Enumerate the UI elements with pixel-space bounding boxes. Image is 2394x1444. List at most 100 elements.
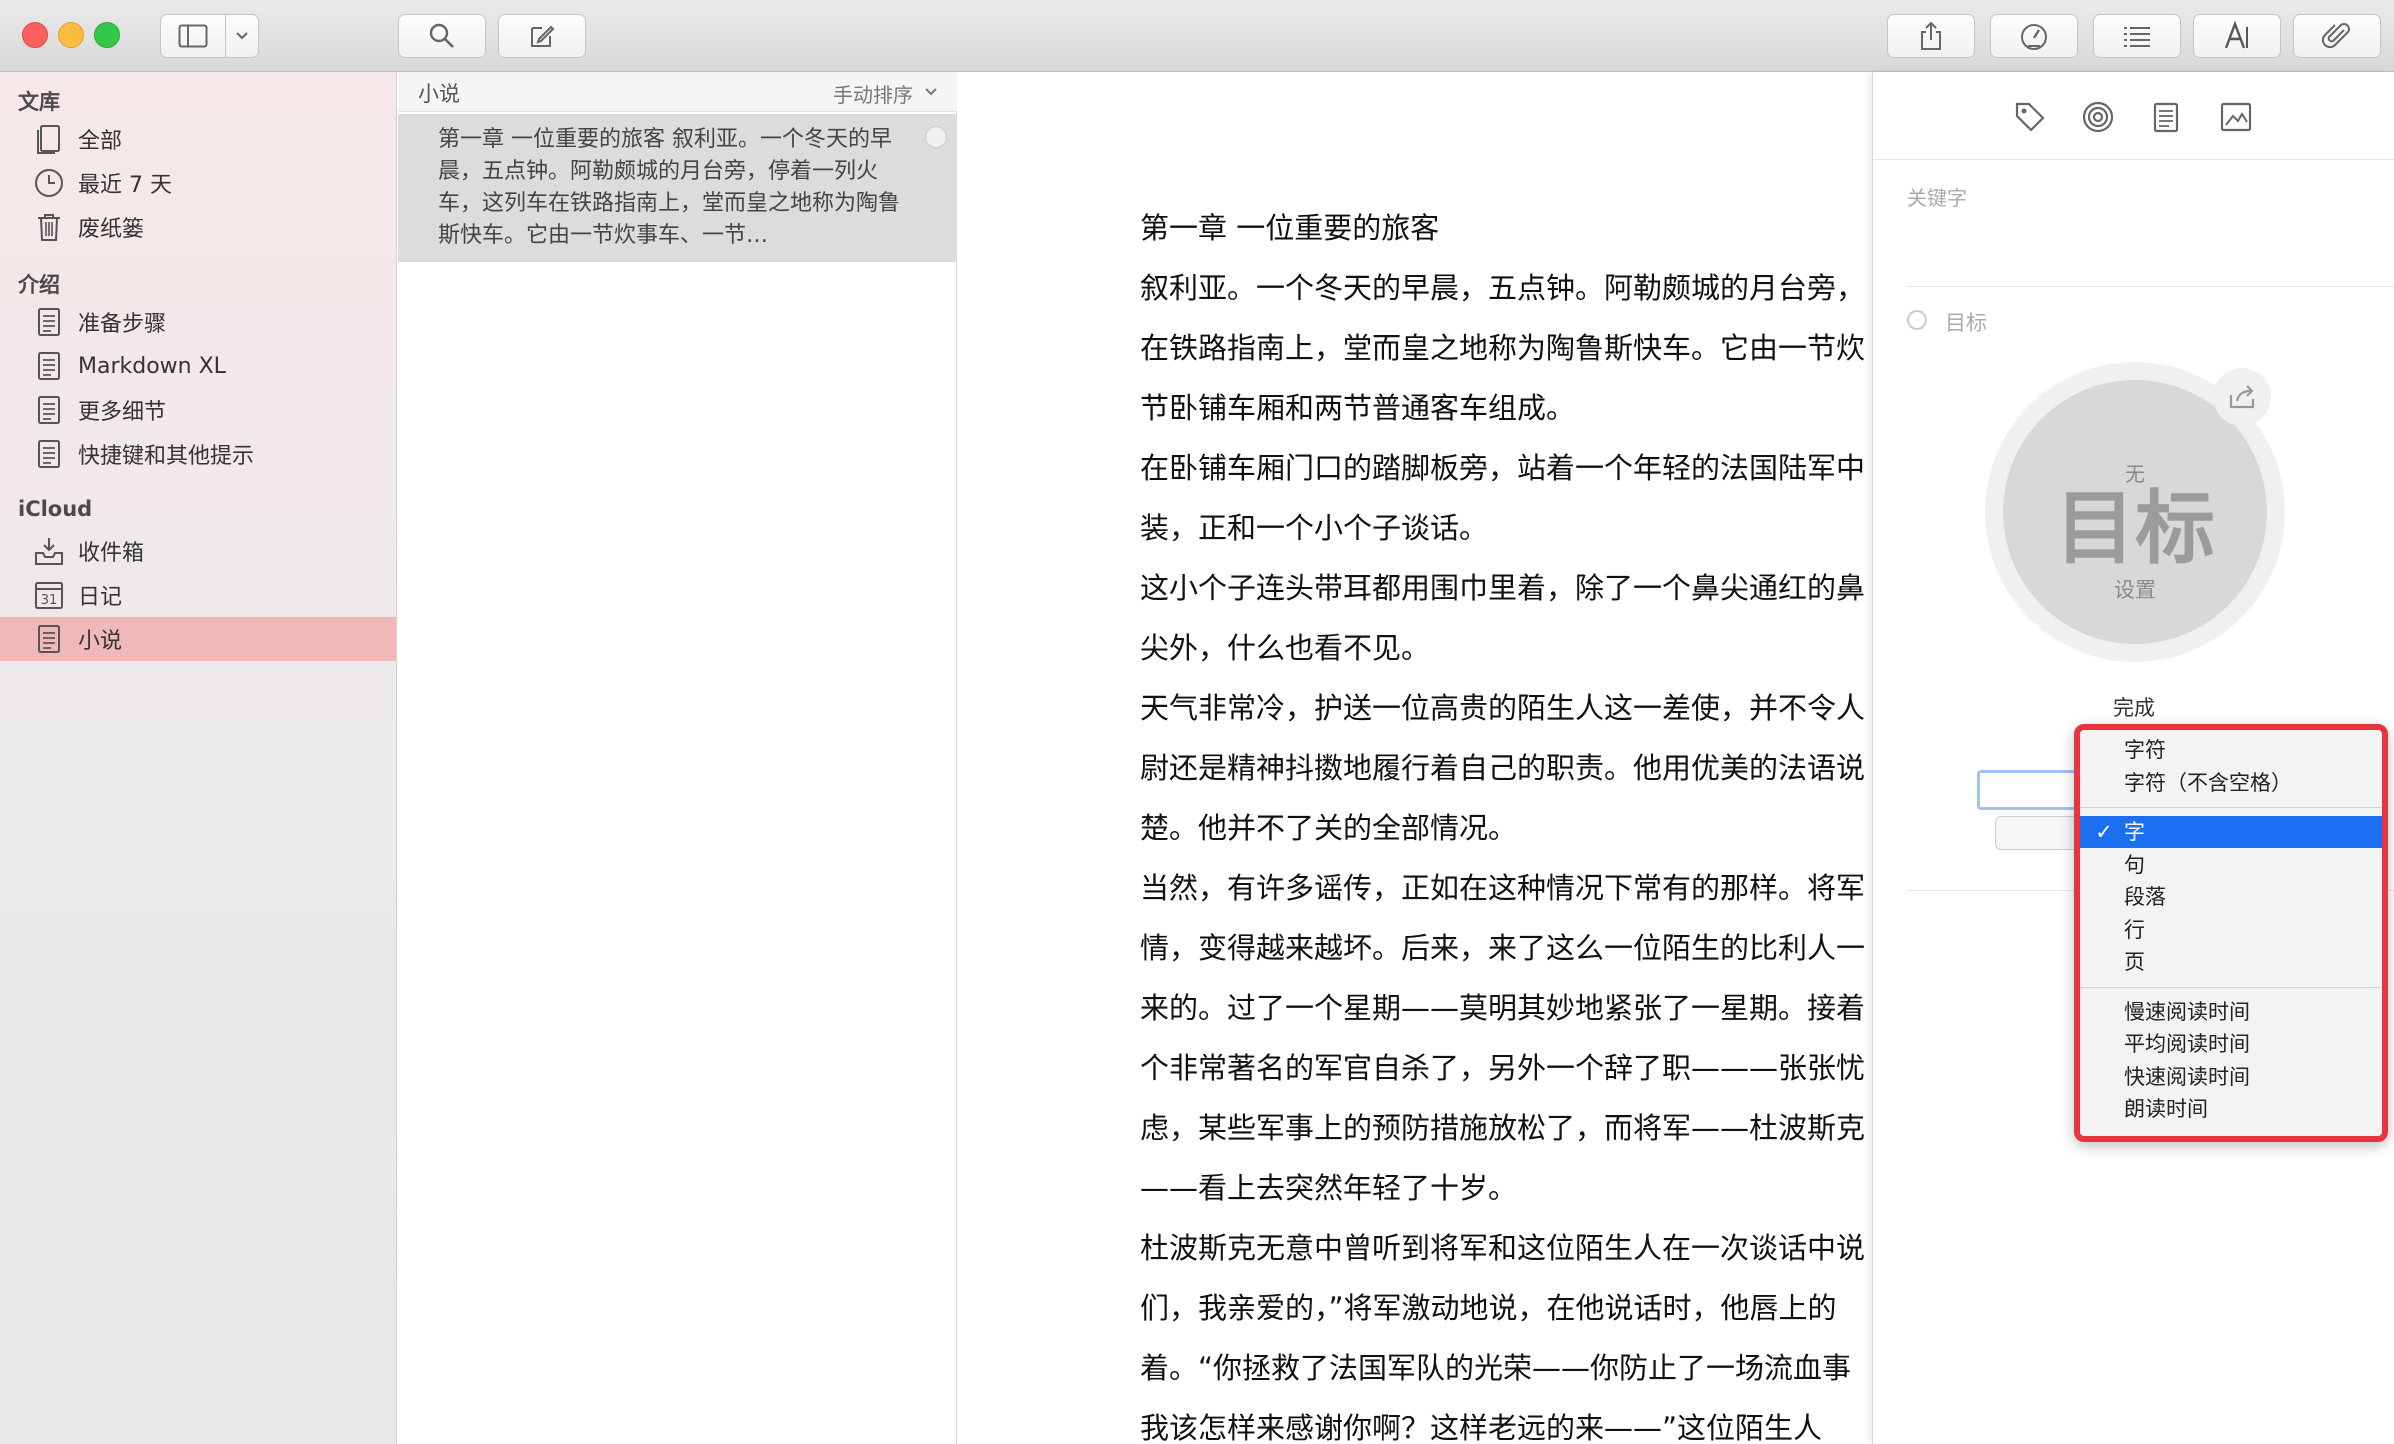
editor-line: ——看上去突然年轻了十岁。 [1140, 1171, 1518, 1205]
sidebar-item-details[interactable]: 更多细节 [0, 388, 396, 432]
editor-text[interactable]: 第一章 一位重要的旅客 叙利亚。一个冬天的早晨，五点钟。阿勒颇城的月台旁， 在铁路指… [1140, 198, 1872, 1444]
menu-item[interactable]: 页 [2080, 946, 2382, 978]
sidebar-item-inbox[interactable]: 收件箱 [0, 529, 396, 573]
note-list-header: 小说 手动排序 [398, 72, 957, 112]
sidebar-item-label: 快捷键和其他提示 [78, 444, 255, 469]
menu-item[interactable]: 快速阅读时间 [2080, 1061, 2382, 1093]
sort-selector[interactable]: 手动排序 [833, 79, 913, 108]
note-list-item[interactable]: 第一章 一位重要的旅客 叙利亚。一个冬天的早晨，五点钟。阿勒颇城的月台旁，停着一… [398, 114, 957, 262]
menu-item-label: 字符（不含空格） [2124, 771, 2292, 795]
menu-item[interactable]: 句 [2080, 849, 2382, 881]
keywords-label: 关键字 [1907, 186, 1967, 210]
editor-line: 当然，有许多谣传，正如在这种情况下常有的那样。将军 [1140, 871, 1866, 905]
target-icon[interactable] [2081, 100, 2115, 134]
menu-item[interactable]: 行 [2080, 914, 2382, 946]
sidebar-item-shortcuts[interactable]: 快捷键和其他提示 [0, 432, 396, 476]
notes-stack-icon [37, 125, 60, 154]
share-icon [1921, 21, 1941, 50]
attachments-button[interactable] [2293, 14, 2381, 58]
image-icon[interactable] [2219, 100, 2253, 134]
sidebar-item-label: 最近 7 天 [78, 173, 172, 198]
statistics-button[interactable] [1990, 14, 2078, 58]
gauge-icon [2021, 24, 2047, 50]
clock-icon [35, 169, 63, 197]
editor-line: 尉还是精神抖擞地履行着自己的职责。他用优美的法语说 [1140, 751, 1866, 785]
editor-line: 在卧铺车厢门口的踏脚板旁，站着一个年轻的法国陆军中 [1140, 451, 1866, 485]
checkmark-icon: ✓ [2095, 820, 2113, 844]
document-icon [38, 352, 60, 380]
editor-line: 我该怎样来感谢你啊？这样老远的来——”这位陌生人 [1140, 1411, 1823, 1444]
notes-icon[interactable] [2149, 100, 2183, 134]
menu-item-label: 页 [2124, 950, 2145, 974]
goal-progress-icon [1907, 310, 1927, 330]
sidebar-icon [178, 24, 208, 48]
progress-ring-icon [925, 126, 947, 148]
close-window-button[interactable] [22, 22, 48, 48]
menu-item-label: 句 [2124, 853, 2145, 877]
sidebar-item-journal[interactable]: 31 日记 [0, 573, 396, 617]
share-arrow-icon [2229, 385, 2255, 409]
menu-item[interactable]: 段落 [2080, 881, 2382, 913]
sidebar-item-label: Markdown XL [78, 353, 226, 379]
menu-item-label: 慢速阅读时间 [2124, 1000, 2250, 1024]
section-title-icloud: iCloud [18, 497, 93, 521]
menu-item-label: 行 [2124, 918, 2145, 942]
compose-icon [531, 25, 555, 47]
editor-line: 尖外，什么也看不见。 [1140, 631, 1431, 665]
done-label: 完成 [2113, 696, 2155, 720]
typography-button[interactable] [2193, 14, 2281, 58]
menu-item[interactable]: 平均阅读时间 [2080, 1028, 2382, 1060]
share-button[interactable] [1887, 14, 1975, 58]
sidebar-item-trash[interactable]: 废纸篓 [0, 205, 396, 249]
chevron-down-icon[interactable] [923, 86, 939, 98]
sidebar-item-all[interactable]: 全部 [0, 117, 396, 161]
panel-tabs [1873, 72, 2394, 160]
editor-line: 虑，某些军事上的预防措施放松了，而将军——杜波斯克 [1140, 1111, 1866, 1145]
sidebar-item-recent[interactable]: 最近 7 天 [0, 161, 396, 205]
view-options-button[interactable] [225, 14, 259, 58]
search-button[interactable] [398, 14, 486, 58]
menu-item[interactable]: ✓ 字 [2080, 816, 2382, 848]
menu-item-label: 字符 [2124, 738, 2166, 762]
sidebar: 文库 全部 最近 7 天 废纸篓 介绍 准备步骤 Markdown XL 更多细… [0, 72, 397, 1444]
toolbar [0, 0, 2394, 72]
calendar-icon: 31 [35, 582, 63, 609]
new-note-button[interactable] [498, 14, 586, 58]
editor-line: 叙利亚。一个冬天的早晨，五点钟。阿勒颇城的月台旁， [1140, 271, 1866, 305]
sidebar-item-markdown-xl[interactable]: Markdown XL [0, 344, 396, 388]
editor-line: 第一章 一位重要的旅客 [1140, 211, 1440, 245]
divider [1907, 286, 2394, 287]
sidebar-item-label: 日记 [78, 585, 123, 610]
sidebar-toggle-button[interactable] [160, 14, 226, 58]
tag-icon[interactable] [2013, 100, 2047, 134]
paperclip-icon [2322, 23, 2350, 49]
search-icon [429, 23, 454, 48]
text-style-icon [2224, 21, 2248, 49]
note-list-title: 小说 [418, 82, 460, 106]
editor[interactable]: 第一章 一位重要的旅客 叙利亚。一个冬天的早晨，五点钟。阿勒颇城的月台旁， 在铁路指… [958, 72, 1872, 1444]
menu-item-label: 字 [2124, 820, 2145, 844]
menu-item[interactable]: 慢速阅读时间 [2080, 996, 2382, 1028]
goal-ring-bottom-text: 设置 [2114, 578, 2156, 602]
trash-icon [38, 214, 60, 241]
editor-line: 杜波斯克无意中曾听到将军和这位陌生人在一次谈话中说 [1140, 1231, 1866, 1265]
menu-item[interactable]: 字符 [2080, 734, 2382, 766]
sidebar-item-setup[interactable]: 准备步骤 [0, 300, 396, 344]
menu-item[interactable]: 朗读时间 [2080, 1093, 2382, 1125]
export-goal-button[interactable] [2213, 368, 2271, 426]
sidebar-item-label: 收件箱 [78, 541, 145, 566]
editor-line: 着。“你拯救了法国军队的光荣——你防止了一场流血事 [1140, 1351, 1852, 1385]
inbox-icon [35, 538, 63, 565]
menu-item[interactable]: 字符（不含空格） [2080, 767, 2382, 799]
app-window: 文库 全部 最近 7 天 废纸篓 介绍 准备步骤 Markdown XL 更多细… [0, 0, 2394, 1444]
document-icon [38, 440, 60, 468]
goal-unit-menu: 字符 字符（不含空格） ✓ 字句段落行页慢速阅读时间 平均阅读时间 快速阅读时间 朗读时间 [2074, 724, 2388, 1142]
outline-button[interactable] [2093, 14, 2181, 58]
minimize-window-button[interactable] [58, 22, 84, 48]
sidebar-item-novel[interactable]: 小说 [0, 617, 396, 661]
document-icon [38, 308, 60, 336]
note-list: 小说 手动排序 第一章 一位重要的旅客 叙利亚。一个冬天的早晨，五点钟。阿勒颇城… [398, 72, 957, 1444]
sidebar-item-label: 全部 [78, 129, 123, 154]
section-title-library: 文库 [18, 90, 60, 114]
zoom-window-button[interactable] [94, 22, 120, 48]
